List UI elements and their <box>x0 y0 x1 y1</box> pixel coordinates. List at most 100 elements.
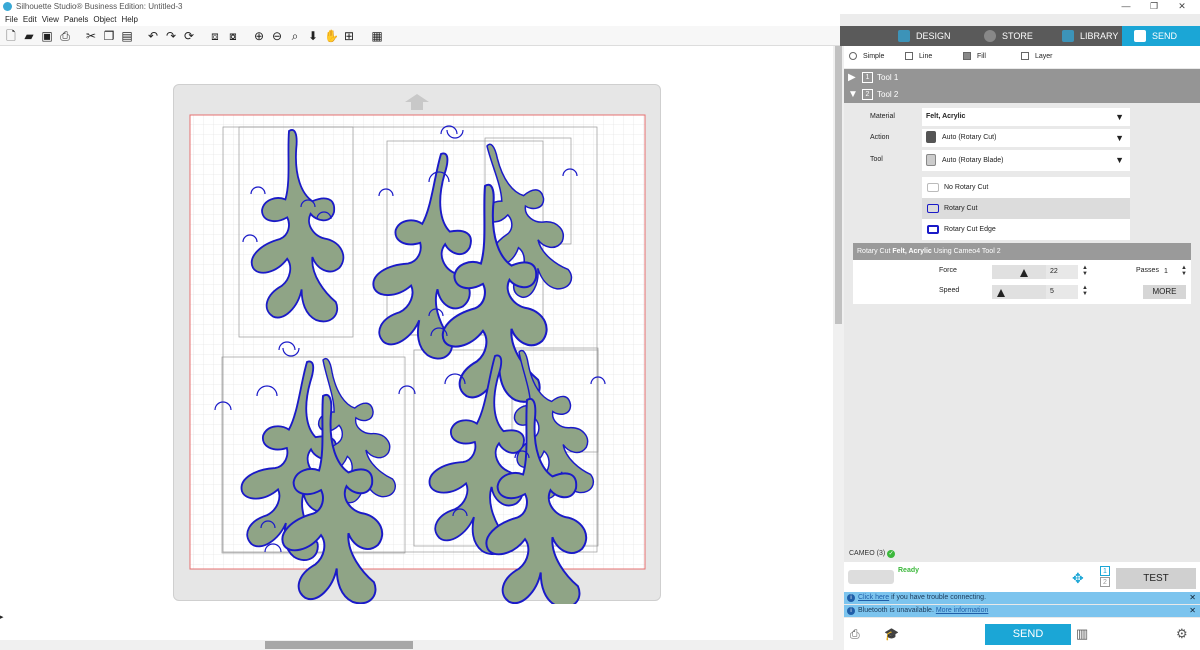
info-icon: i <box>847 607 855 615</box>
material-value: Felt, Acrylic <box>926 113 966 120</box>
chevron-down-icon: ▼ <box>1115 155 1124 165</box>
copy-icon[interactable]: ❐ <box>102 29 116 43</box>
action-value: Auto (Rotary Cut) <box>942 134 997 141</box>
restore-button[interactable]: ❐ <box>1140 1 1168 13</box>
close-button[interactable]: ✕ <box>1168 1 1196 13</box>
group-icon[interactable]: ⧈ <box>208 29 222 43</box>
redo-icon[interactable]: ↷ <box>164 29 178 43</box>
fill-icon <box>963 52 971 61</box>
tool-2-select[interactable]: 2 <box>1100 577 1110 587</box>
test-button[interactable]: TEST <box>1116 568 1196 589</box>
force-slider[interactable] <box>992 265 1046 279</box>
tab-design[interactable]: DESIGN <box>886 26 976 46</box>
refresh-icon[interactable]: ⟳ <box>182 29 196 43</box>
move-arrows-icon[interactable]: ✥ <box>1072 570 1084 587</box>
speed-input[interactable]: 5 <box>1046 285 1078 299</box>
chevron-down-icon: ▼ <box>1115 112 1124 122</box>
horizontal-scroll-thumb[interactable] <box>265 641 413 649</box>
tool-1-row[interactable]: ▶ 1 Tool 1 <box>844 69 1200 86</box>
print-icon[interactable]: ⎙ <box>58 29 72 43</box>
cutter-history-icon[interactable]: ⎙ <box>850 627 860 642</box>
menu-view[interactable]: View <box>42 14 59 26</box>
grid-icon[interactable]: ▦ <box>370 29 384 43</box>
tab-send[interactable]: SEND <box>1122 26 1200 46</box>
ungroup-icon[interactable]: ⧇ <box>226 29 240 43</box>
mode-layer[interactable]: Layer <box>1021 52 1053 62</box>
action-options: No Rotary Cut Rotary Cut Rotary Cut Edge <box>922 177 1130 240</box>
zoom-out-icon[interactable]: ⊖ <box>270 29 284 43</box>
send-button[interactable]: SEND <box>985 624 1071 645</box>
force-stepper-icon[interactable]: ▲ ▼ <box>1082 265 1088 277</box>
chevron-down-icon: ▼ <box>1115 133 1124 143</box>
tab-library[interactable]: LIBRARY <box>1050 26 1122 46</box>
open-icon[interactable]: ▰ <box>22 29 36 43</box>
force-input[interactable]: 22 <box>1046 265 1078 279</box>
mode-simple-label: Simple <box>863 53 885 60</box>
menu-file[interactable]: File <box>5 14 18 26</box>
design-canvas[interactable] <box>173 84 663 604</box>
option-rotary-cut[interactable]: Rotary Cut <box>922 198 1130 219</box>
save-icon[interactable]: ▣ <box>40 29 54 43</box>
paste-icon[interactable]: ▤ <box>120 29 134 43</box>
mode-simple[interactable]: Simple <box>849 52 884 62</box>
action-dropdown[interactable]: Auto (Rotary Cut) ▼ <box>922 129 1130 147</box>
rotary-cut-edge-icon <box>927 225 939 234</box>
option-rotary-cut-edge[interactable]: Rotary Cut Edge <box>922 219 1130 240</box>
tab-send-label: SEND <box>1152 31 1178 41</box>
fit-icon[interactable]: ⊞ <box>342 29 356 43</box>
speed-slider[interactable] <box>992 285 1046 299</box>
tool-2-label: Tool 2 <box>877 90 899 99</box>
notice-text: Bluetooth is unavailable. <box>858 607 936 614</box>
expand-left-icon[interactable]: ▸ <box>0 610 8 626</box>
rotary-cut-option-icon <box>927 204 939 213</box>
tool-dropdown[interactable]: Auto (Rotary Blade) ▼ <box>922 150 1130 171</box>
more-button[interactable]: MORE <box>1143 285 1186 299</box>
tutorial-cap-icon[interactable]: 🎓 <box>884 627 899 641</box>
mode-line[interactable]: Line <box>905 52 932 62</box>
header-suffix: Using Cameo4 Tool 2 <box>931 248 1001 255</box>
passes-stepper-icon[interactable]: ▲ ▼ <box>1181 265 1187 277</box>
menu-help[interactable]: Help <box>121 14 137 26</box>
passes-label: Passes <box>1136 267 1159 274</box>
vertical-scroll-thumb[interactable] <box>835 46 842 324</box>
tool-1-number: 1 <box>862 72 873 83</box>
menu-edit[interactable]: Edit <box>23 14 37 26</box>
option-label: No Rotary Cut <box>944 184 989 191</box>
undo-icon[interactable]: ↶ <box>146 29 160 43</box>
pan-down-icon[interactable]: ⬇ <box>306 29 320 43</box>
option-label: Rotary Cut <box>944 205 978 212</box>
click-here-link[interactable]: Click here <box>858 594 889 601</box>
hand-icon[interactable]: ✋ <box>324 29 339 43</box>
queue-icon[interactable]: ▥ <box>1076 626 1088 642</box>
more-information-link[interactable]: More information <box>936 607 989 614</box>
option-no-rotary-cut[interactable]: No Rotary Cut <box>922 177 1130 198</box>
settings-gear-icon[interactable]: ⚙ <box>1176 626 1188 642</box>
mode-fill[interactable]: Fill <box>963 52 986 62</box>
speed-stepper-icon[interactable]: ▲ ▼ <box>1082 285 1088 297</box>
menu-bar: File Edit View Panels Object Help <box>0 14 840 26</box>
device-name: CAMEO (3) ✓ <box>849 550 896 558</box>
horizontal-scrollbar[interactable] <box>0 640 833 650</box>
tab-library-label: LIBRARY <box>1080 31 1119 41</box>
menu-object[interactable]: Object <box>93 14 116 26</box>
close-icon[interactable]: ✕ <box>1189 592 1196 604</box>
minimize-button[interactable]: — <box>1112 1 1140 13</box>
mode-line-label: Line <box>919 53 933 60</box>
slider-knob[interactable] <box>1020 269 1029 277</box>
zoom-select-icon[interactable]: ⌕ <box>288 29 302 43</box>
slider-knob[interactable] <box>997 289 1006 297</box>
cut-icon[interactable]: ✂ <box>84 29 98 43</box>
new-icon[interactable]: 🗋 <box>4 29 18 43</box>
menu-panels[interactable]: Panels <box>64 14 88 26</box>
action-label: Action <box>870 134 890 141</box>
store-icon <box>984 30 996 42</box>
passes-input[interactable]: 1 <box>1160 265 1180 279</box>
tool-1-select[interactable]: 1 <box>1100 566 1110 576</box>
close-icon[interactable]: ✕ <box>1189 605 1196 617</box>
tab-store[interactable]: STORE <box>972 26 1062 46</box>
zoom-in-icon[interactable]: ⊕ <box>252 29 266 43</box>
tool-value: Auto (Rotary Blade) <box>942 157 1004 164</box>
tool-2-row[interactable]: ▼ 2 Tool 2 <box>844 86 1200 103</box>
material-dropdown[interactable]: Felt, Acrylic ▼ <box>922 108 1130 126</box>
option-label: Rotary Cut Edge <box>944 226 996 233</box>
